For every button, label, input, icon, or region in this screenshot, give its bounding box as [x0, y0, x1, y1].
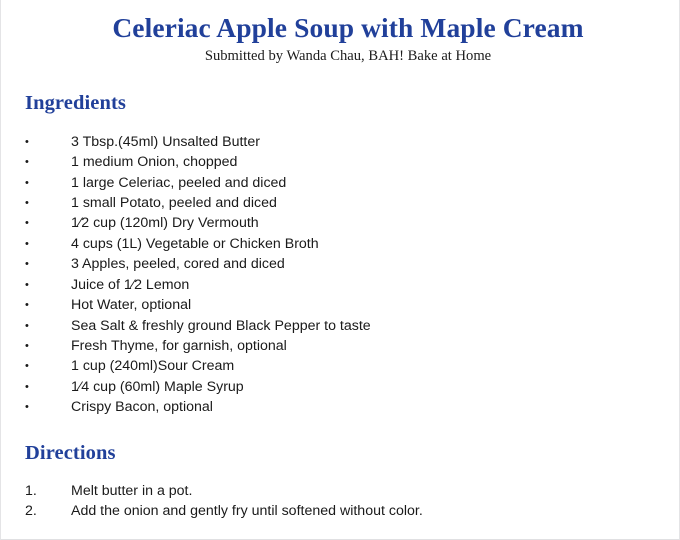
page-title: Celeriac Apple Soup with Maple Cream	[112, 12, 584, 43]
ingredient-item-marker: •	[25, 176, 29, 189]
ingredient-item-text: 3 Tbsp.(45ml) Unsalted Butter	[71, 133, 260, 150]
ingredient-item: • 4 cups (1L) Vegetable or Chicken Broth	[25, 234, 679, 254]
directions-heading: Directions	[25, 441, 116, 464]
ingredient-item-marker: •	[25, 339, 29, 352]
ingredient-item: • 3 Apples, peeled, cored and diced	[25, 254, 679, 274]
ingredient-item-marker: •	[25, 135, 29, 148]
recipe-page: Celeriac Apple Soup with Maple Cream Sub…	[0, 0, 680, 540]
ingredient-item-marker: •	[25, 360, 29, 373]
ingredient-item-text: 3 Apples, peeled, cored and diced	[71, 256, 285, 273]
direction-item-marker: 1.	[25, 483, 37, 500]
ingredient-item: • 1 cup (240ml)Sour Cream	[25, 356, 679, 376]
ingredient-item-text: 1 medium Onion, chopped	[71, 154, 238, 171]
direction-item-text: Add the onion and gently fry until softe…	[71, 503, 423, 520]
ingredient-item: • Sea Salt & freshly ground Black Pepper …	[25, 316, 679, 336]
ingredient-item: • 1 small Potato, peeled and diced	[25, 193, 679, 213]
direction-item-marker: 2.	[25, 503, 37, 520]
ingredient-item: • Hot Water, optional	[25, 295, 679, 315]
ingredient-item-text: Fresh Thyme, for garnish, optional	[71, 337, 287, 354]
direction-item: 1. Melt butter in a pot.	[25, 481, 679, 501]
ingredient-item: • Crispy Bacon, optional	[25, 397, 679, 417]
direction-item: 2. Add the onion and gently fry until sof…	[25, 501, 679, 521]
ingredient-item-marker: •	[25, 380, 29, 393]
ingredient-item-text: Sea Salt & freshly ground Black Pepper t…	[71, 317, 371, 334]
ingredient-item-text: Hot Water, optional	[71, 297, 192, 314]
directions-section: Directions 1. Melt butter in a pot. 2. Add …	[1, 442, 679, 522]
ingredient-item-text: 1⁄2 cup (120ml) Dry Vermouth	[71, 215, 259, 232]
ingredient-item: • 1⁄4 cup (60ml) Maple Syrup	[25, 377, 679, 397]
ingredient-item-text: 1⁄4 cup (60ml) Maple Syrup	[71, 378, 244, 395]
ingredient-item-marker: •	[25, 319, 29, 332]
ingredient-item-marker: •	[25, 278, 29, 291]
direction-item-text: Melt butter in a pot.	[71, 483, 193, 500]
document-header: Celeriac Apple Soup with Maple Cream Sub…	[1, 0, 679, 65]
ingredient-item-marker: •	[25, 258, 29, 271]
ingredient-item-marker: •	[25, 156, 29, 169]
ingredient-item-marker: •	[25, 217, 29, 230]
ingredient-item-marker: •	[25, 401, 29, 414]
ingredient-item: • 3 Tbsp.(45ml) Unsalted Butter	[25, 132, 679, 152]
ingredient-item: • 1 medium Onion, chopped	[25, 152, 679, 172]
document-subtitle: Submitted by Wanda Chau, BAH! Bake at Ho…	[204, 47, 492, 64]
ingredients-section: Ingredients • 3 Tbsp.(45ml) Unsalted Butt…	[1, 92, 679, 417]
ingredient-item-marker: •	[25, 197, 29, 210]
ingredient-item: • Juice of 1⁄2 Lemon	[25, 275, 679, 295]
ingredient-item-marker: •	[25, 237, 29, 250]
ingredients-list: • 3 Tbsp.(45ml) Unsalted Butter • 1 medium …	[25, 132, 679, 418]
ingredient-item: • 1⁄2 cup (120ml) Dry Vermouth	[25, 213, 679, 233]
ingredients-heading: Ingredients	[25, 92, 126, 115]
ingredient-item-text: 1 large Celeriac, peeled and diced	[71, 174, 287, 191]
ingredient-item: • 1 large Celeriac, peeled and diced	[25, 173, 679, 193]
directions-list: 1. Melt butter in a pot. 2. Add the onion a…	[25, 481, 679, 522]
ingredient-item-text: 1 cup (240ml)Sour Cream	[71, 358, 235, 375]
ingredient-item-text: Crispy Bacon, optional	[71, 399, 213, 416]
ingredient-item: • Fresh Thyme, for garnish, optional	[25, 336, 679, 356]
ingredient-item-marker: •	[25, 299, 29, 312]
ingredient-item-text: 1 small Potato, peeled and diced	[71, 195, 277, 212]
ingredient-item-text: 4 cups (1L) Vegetable or Chicken Broth	[71, 235, 319, 252]
ingredient-item-text: Juice of 1⁄2 Lemon	[71, 276, 190, 293]
